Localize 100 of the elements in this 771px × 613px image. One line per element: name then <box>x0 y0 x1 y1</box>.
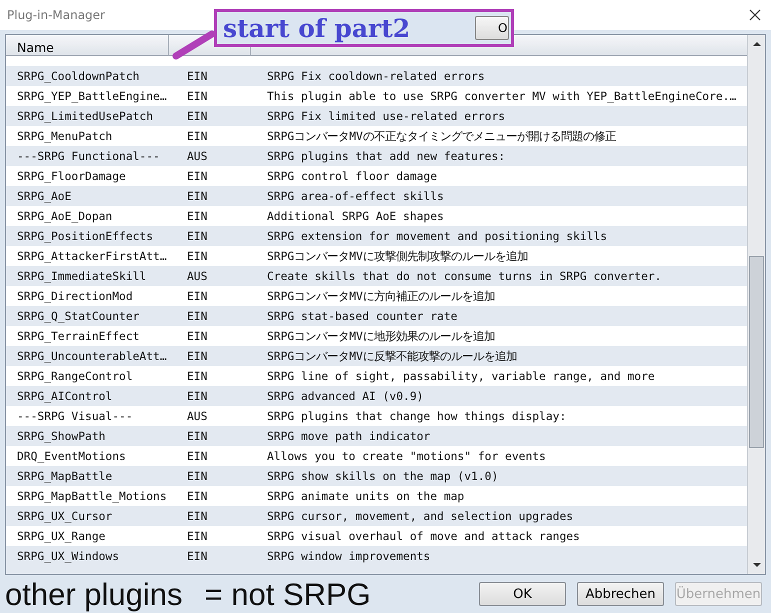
table-row[interactable]: SRPG_TerrainEffect EIN SRPGコンバータMVに地形効果のルールを追加 <box>6 326 747 346</box>
table-cell-text: SRPG window improvements <box>266 550 430 562</box>
table-cell-text: SRPG_DirectionMod <box>16 290 134 302</box>
table-cell-text: EIN <box>186 330 208 342</box>
table-cell-text: EIN <box>186 550 208 562</box>
table-row[interactable]: ---SRPG Visual--- AUS SRPG plugins that change how things display: <box>6 406 747 426</box>
table-row[interactable]: SRPG_DirectionMod EIN SRPGコンバータMVに方向補正のルールを追加 <box>6 286 747 306</box>
table-cell-text: SRPG_AttackerFirstAtt… <box>16 250 168 262</box>
table-row[interactable]: SRPG_MapBattle_Motions EIN SRPG animate units on the map <box>6 486 747 506</box>
table-cell-text: SRPG_AoE_Dopan <box>16 210 114 222</box>
table-cell-text: EIN <box>186 510 208 522</box>
table-cell-text: SRPG_ShowPath <box>16 430 106 442</box>
table-row[interactable]: SRPG_UX_Windows EIN SRPG window improvements <box>6 546 747 566</box>
table-cell-text: SRPG animate units on the map <box>266 490 464 502</box>
table-cell-text: EIN <box>186 250 208 262</box>
table-row[interactable]: SRPG_MenuPatch EIN SRPGコンバータMVの不正なタイミングでメニューが開ける問題の修正 <box>6 126 747 146</box>
table-cell-text: SRPG plugins that add new features: <box>266 150 506 162</box>
table-cell-text: SRPG Fix limited use-related errors <box>266 110 506 122</box>
table-cell-text: AUS <box>186 150 208 162</box>
table-cell-text: SRPG plugins that change how things display: <box>266 410 566 422</box>
table-cell-text: SRPGコンバータMVに反撃不能攻撃のルールを追加 <box>266 348 517 364</box>
table-row[interactable]: SRPG_RangeControl EIN SRPG line of sight, passability, variable range, and more <box>6 366 747 386</box>
table-cell-text: SRPG_PositionEffects <box>16 230 154 242</box>
table-cell-text: EIN <box>186 470 208 482</box>
table-cell-text: EIN <box>186 370 208 382</box>
table-cell-text: EIN <box>186 70 208 82</box>
table-cell-text: ---SRPG Functional--- <box>16 150 161 162</box>
table-cell-text: SRPG_LimitedUsePatch <box>16 110 154 122</box>
table-row[interactable]: SRPG_FloorDamage EIN SRPG control floor damage <box>6 166 747 186</box>
table-cell-text: AUS <box>186 410 208 422</box>
table-cell-text: SRPG_Q_StatCounter <box>16 310 140 322</box>
table-cell-text: SRPG_MapBattle_Motions <box>16 490 168 502</box>
table-row[interactable]: SRPG_UncounterableAtt… EIN SRPGコンバータMVに反撃不能攻撃のルールを追加 <box>6 346 747 366</box>
table-cell-text: EIN <box>186 290 208 302</box>
scrollbar[interactable] <box>747 35 765 574</box>
table-cell-text: SRPG_UncounterableAtt… <box>16 350 168 362</box>
table-cell-text: SRPGコンバータMVに攻撃側先制攻撃のルールを追加 <box>266 248 528 264</box>
table-cell-text: SRPG line of sight, passability, variable range, and more <box>266 370 655 382</box>
table-row[interactable]: SRPG_AoE_Dopan EIN Additional SRPG AoE shapes <box>6 206 747 226</box>
table-cell-text: SRPG_FloorDamage <box>16 170 127 182</box>
table-cell-text: EIN <box>186 490 208 502</box>
table-cell-text: EIN <box>186 130 208 142</box>
table-cell-text: EIN <box>186 230 208 242</box>
table-cell-text: EIN <box>186 530 208 542</box>
table-cell-text: SRPG move path indicator <box>266 430 430 442</box>
table-cell-text: EIN <box>186 390 208 402</box>
table-cell-text: SRPG visual overhaul of move and attack ranges <box>266 530 580 542</box>
table-cell-text: SRPG_MapBattle <box>16 470 114 482</box>
table-cell-text: Create skills that do not consume turns in SRPG converter. <box>266 270 662 282</box>
table-cell-text: SRPG_MenuPatch <box>16 130 114 142</box>
table-cell-text: EIN <box>186 190 208 202</box>
table-cell-text: SRPG_ImmediateSkill <box>16 270 148 282</box>
table-cell-text: SRPG extension for movement and positioning skills <box>266 230 608 242</box>
table-cell-text: SRPG show skills on the map (v1.0) <box>266 470 498 482</box>
table-cell-text: SRPG_UX_Range <box>16 530 106 542</box>
table-row[interactable]: SRPG_UX_Range EIN SRPG visual overhaul of move and attack ranges <box>6 526 747 546</box>
table-row[interactable]: SRPG_CooldownPatch EIN SRPG Fix cooldown-related errors <box>6 66 747 86</box>
table-cell-text: ---SRPG Visual--- <box>16 410 134 422</box>
table-cell-text: SRPG advanced AI (v0.9) <box>266 390 424 402</box>
table-cell-text: This plugin able to use SRPG converter MV with YEP_BattleEngineCore.… <box>266 90 736 102</box>
table-cell-text: Allows you to create "motions" for events <box>266 450 546 462</box>
table-row[interactable]: SRPG_AoE EIN SRPG area-of-effect skills <box>6 186 747 206</box>
table-cell-text: SRPGコンバータMVの不正なタイミングでメニューが開ける問題の修正 <box>266 128 616 144</box>
table-row[interactable]: SRPG_AIControl EIN SRPG advanced AI (v0.9) <box>6 386 747 406</box>
table-row[interactable]: SRPG_AttackerFirstAtt… EIN SRPGコンバータMVに攻撃側先制攻撃のルールを追加 <box>6 246 747 266</box>
table-cell-text: EIN <box>186 210 208 222</box>
table-cell-text: SRPG_UX_Windows <box>16 550 120 562</box>
scroll-thumb[interactable] <box>749 256 764 448</box>
table-cell-text: EIN <box>186 450 208 462</box>
table-cell-text: EIN <box>186 310 208 322</box>
table-cell-text: SRPG stat-based counter rate <box>266 310 458 322</box>
table-cell-text: SRPG_AIControl <box>16 390 114 402</box>
annotation-text: start of part2 <box>222 14 410 42</box>
table-row[interactable]: SRPG_YEP_BattleEngine… EIN This plugin able to use SRPG converter MV with YEP_BattleEngineCore.… <box>6 86 747 106</box>
table-cell-text: EIN <box>186 90 208 102</box>
table-cell-text: SRPG_YEP_BattleEngine… <box>16 90 168 102</box>
table-cell-text: EIN <box>186 430 208 442</box>
table-row[interactable]: SRPG_Q_StatCounter EIN SRPG stat-based counter rate <box>6 306 747 326</box>
table-row[interactable]: SRPG_ImmediateSkill AUS Create skills that do not consume turns in SRPG converter. <box>6 266 747 286</box>
table-cell-text: SRPG control floor damage <box>266 170 438 182</box>
table-cell-text: EIN <box>186 350 208 362</box>
table-cell-text: SRPG_UX_Cursor <box>16 510 114 522</box>
dialog-button[interactable]: OK <box>479 582 566 606</box>
dialog-button[interactable]: Abbrechen <box>577 582 664 606</box>
table-row[interactable]: SRPG_UX_Cursor EIN SRPG cursor, movement, and selection upgrades <box>6 506 747 526</box>
table-row[interactable]: SRPG_MapBattle EIN SRPG show skills on the map (v1.0) <box>6 466 747 486</box>
annotation-text: other plugins <box>5 578 183 612</box>
close-icon[interactable] <box>749 9 761 21</box>
table-cell-text: EIN <box>186 110 208 122</box>
table-cell-text: SRPG_CooldownPatch <box>16 70 140 82</box>
table-row[interactable]: SRPG_PositionEffects EIN SRPG extension for movement and positioning skills <box>6 226 747 246</box>
table-cell-text: SRPG_RangeControl <box>16 370 134 382</box>
table-cell-text: SRPG_AoE <box>16 190 72 202</box>
table-row[interactable]: SRPG_LimitedUsePatch EIN SRPG Fix limited use-related errors <box>6 106 747 126</box>
table-cell-text: SRPG cursor, movement, and selection upgrades <box>266 510 574 522</box>
table-cell-text: SRPGコンバータMVに方向補正のルールを追加 <box>266 288 495 304</box>
table-row[interactable]: DRQ_EventMotions EIN Allows you to create "motions" for events <box>6 446 747 466</box>
table-row[interactable]: ---SRPG Functional--- AUS SRPG plugins that add new features: <box>6 146 747 166</box>
table-row[interactable]: SRPG_ShowPath EIN SRPG move path indicator <box>6 426 747 446</box>
table-cell-text: AUS <box>186 270 208 282</box>
